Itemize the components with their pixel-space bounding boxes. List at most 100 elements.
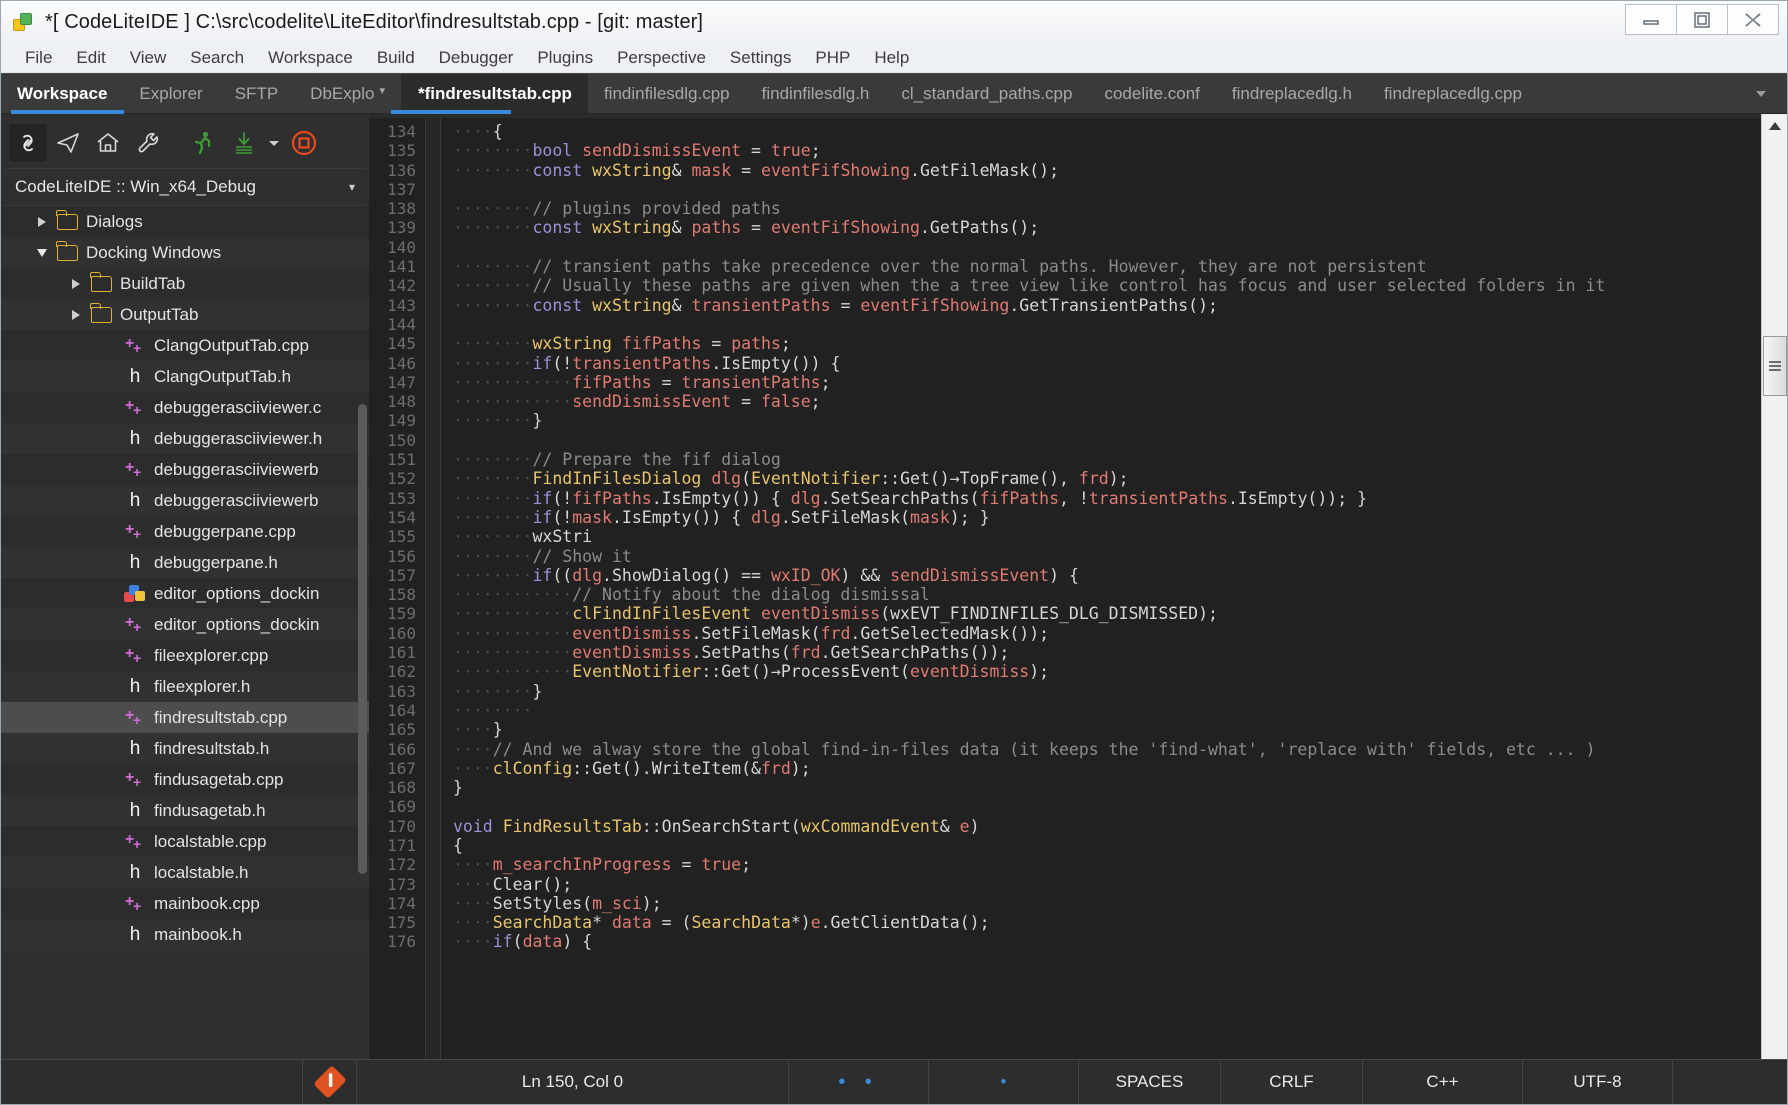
code-view[interactable]: 1341351361371381391401411421431441451461… xyxy=(369,118,1787,1059)
code-line[interactable]: ········} xyxy=(453,682,1787,701)
code-line[interactable]: ············eventDismiss.SetPaths(frd.Ge… xyxy=(453,643,1787,662)
tree-item-buildtab[interactable]: BuildTab xyxy=(1,268,369,299)
code-line[interactable]: ········const wxString& mask = eventFifS… xyxy=(453,161,1787,180)
code-line[interactable]: ········if(!transientPaths.IsEmpty()) { xyxy=(453,354,1787,373)
stop-icon[interactable] xyxy=(285,124,323,162)
tab-findreplacedlg-cpp[interactable]: findreplacedlg.cpp xyxy=(1368,74,1538,113)
tree-item-debuggerasciiviewer-h[interactable]: hdebuggerasciiviewer.h xyxy=(1,423,369,454)
tree-expander-expanded-icon[interactable] xyxy=(35,246,49,260)
fold-margin[interactable] xyxy=(425,118,441,1059)
code-line[interactable]: ····// And we alway store the global fin… xyxy=(453,740,1787,759)
tree-item-clangoutputtab-h[interactable]: hClangOutputTab.h xyxy=(1,361,369,392)
file-encoding[interactable]: UTF-8 xyxy=(1523,1060,1673,1104)
cursor-position[interactable]: Ln 150, Col 0 xyxy=(357,1060,789,1104)
code-line[interactable]: ············fifPaths = transientPaths; xyxy=(453,373,1787,392)
code-line[interactable]: ········if(!mask.IsEmpty()) { dlg.SetFil… xyxy=(453,508,1787,527)
tab-explorer[interactable]: Explorer xyxy=(123,74,218,113)
tab-dbexplo[interactable]: DbExplo▾ xyxy=(294,74,401,113)
chevron-down-icon[interactable]: ▾ xyxy=(379,84,385,97)
git-branch-icon[interactable] xyxy=(303,1060,357,1104)
tree-item-editor-options-dockin[interactable]: ++editor_options_dockin xyxy=(1,609,369,640)
code-line[interactable]: ····if(data) { xyxy=(453,932,1787,951)
tree-expander-collapsed-icon[interactable] xyxy=(35,215,49,229)
tree-item-mainbook-h[interactable]: hmainbook.h xyxy=(1,919,369,950)
editor-vertical-scrollbar[interactable] xyxy=(1761,114,1787,1059)
code-line[interactable]: { xyxy=(453,836,1787,855)
code-line[interactable]: ········// plugins provided paths xyxy=(453,199,1787,218)
language-mode[interactable]: C++ xyxy=(1363,1060,1523,1104)
scrollbar-thumb[interactable] xyxy=(1763,336,1787,396)
code-line[interactable]: ····clConfig::Get().WriteItem(&frd); xyxy=(453,759,1787,778)
tree-item-editor-options-dockin[interactable]: editor_options_dockin xyxy=(1,578,369,609)
close-button[interactable] xyxy=(1727,4,1779,35)
chevron-down-icon[interactable]: ▾ xyxy=(349,180,355,194)
tree-item-outputtab[interactable]: OutputTab xyxy=(1,299,369,330)
tree-item-fileexplorer-h[interactable]: hfileexplorer.h xyxy=(1,671,369,702)
menu-item-build[interactable]: Build xyxy=(365,46,427,70)
tree-item-findusagetab-h[interactable]: hfindusagetab.h xyxy=(1,795,369,826)
menu-item-help[interactable]: Help xyxy=(862,46,921,70)
tree-item-dialogs[interactable]: Dialogs xyxy=(1,206,369,237)
code-line[interactable]: ········const wxString& paths = eventFif… xyxy=(453,218,1787,237)
link-icon[interactable] xyxy=(9,124,47,162)
menu-item-php[interactable]: PHP xyxy=(803,46,862,70)
menu-item-file[interactable]: File xyxy=(13,46,64,70)
tab-findresultstab-cpp[interactable]: *findresultstab.cpp xyxy=(402,74,588,113)
tab-cl-standard-paths-cpp[interactable]: cl_standard_paths.cpp xyxy=(885,74,1088,113)
tab-workspace[interactable]: Workspace xyxy=(1,74,123,113)
source-code[interactable]: ····{········bool sendDismissEvent = tru… xyxy=(441,118,1787,1059)
code-line[interactable]: ········// Show it xyxy=(453,547,1787,566)
tree-item-debuggerasciiviewerb[interactable]: hdebuggerasciiviewerb xyxy=(1,485,369,516)
workspace-configuration-selector[interactable]: CodeLiteIDE :: Win_x64_Debug ▾ xyxy=(5,168,365,206)
menu-item-debugger[interactable]: Debugger xyxy=(427,46,526,70)
code-line[interactable]: ········bool sendDismissEvent = true; xyxy=(453,141,1787,160)
code-line[interactable]: ············EventNotifier::Get()→Process… xyxy=(453,662,1787,681)
home-icon[interactable] xyxy=(89,124,127,162)
indent-mode[interactable]: SPACES xyxy=(1079,1060,1221,1104)
code-line[interactable]: ····SetStyles(m_sci); xyxy=(453,894,1787,913)
menu-item-plugins[interactable]: Plugins xyxy=(525,46,605,70)
tab-codelite-conf[interactable]: codelite.conf xyxy=(1088,74,1215,113)
paper-plane-icon[interactable] xyxy=(49,124,87,162)
run-icon[interactable] xyxy=(185,124,223,162)
tree-item-debuggerpane-cpp[interactable]: ++debuggerpane.cpp xyxy=(1,516,369,547)
tab-findinfilesdlg-cpp[interactable]: findinfilesdlg.cpp xyxy=(588,74,746,113)
scroll-up-arrow-icon[interactable] xyxy=(1763,114,1787,138)
code-line[interactable]: ····} xyxy=(453,720,1787,739)
code-line[interactable]: ········FindInFilesDialog dlg(EventNotif… xyxy=(453,469,1787,488)
code-line[interactable]: ····m_searchInProgress = true; xyxy=(453,855,1787,874)
code-line[interactable]: ············clFindInFilesEvent eventDism… xyxy=(453,604,1787,623)
code-line[interactable]: ········wxString fifPaths = paths; xyxy=(453,334,1787,353)
menu-item-edit[interactable]: Edit xyxy=(64,46,117,70)
code-line[interactable]: ············eventDismiss.SetFileMask(frd… xyxy=(453,624,1787,643)
code-line[interactable]: ········wxStri xyxy=(453,527,1787,546)
tree-item-clangoutputtab-cpp[interactable]: ++ClangOutputTab.cpp xyxy=(1,330,369,361)
menu-item-settings[interactable]: Settings xyxy=(718,46,803,70)
code-line[interactable]: void FindResultsTab::OnSearchStart(wxCom… xyxy=(453,817,1787,836)
tree-expander-collapsed-icon[interactable] xyxy=(69,308,83,322)
code-line[interactable]: ········const wxString& transientPaths =… xyxy=(453,296,1787,315)
tree-item-fileexplorer-cpp[interactable]: ++fileexplorer.cpp xyxy=(1,640,369,671)
workspace-tree[interactable]: DialogsDocking WindowsBuildTabOutputTab+… xyxy=(1,206,369,1059)
tab-findreplacedlg-h[interactable]: findreplacedlg.h xyxy=(1216,74,1368,113)
chevron-down-icon[interactable] xyxy=(1735,74,1787,113)
menu-item-search[interactable]: Search xyxy=(178,46,256,70)
code-line[interactable]: ········// transient paths take preceden… xyxy=(453,257,1787,276)
code-line[interactable]: ········// Prepare the fif dialog xyxy=(453,450,1787,469)
code-line[interactable] xyxy=(453,797,1787,816)
code-line[interactable]: ········// Usually these paths are given… xyxy=(453,276,1787,295)
code-line[interactable]: ········ xyxy=(453,701,1787,720)
minimize-button[interactable] xyxy=(1625,4,1677,35)
tree-item-findresultstab-cpp[interactable]: ++findresultstab.cpp xyxy=(1,702,369,733)
workspace-tree-scrollbar[interactable] xyxy=(358,206,367,1059)
tree-item-findresultstab-h[interactable]: hfindresultstab.h xyxy=(1,733,369,764)
code-line[interactable]: ········if(!fifPaths.IsEmpty()) { dlg.Se… xyxy=(453,489,1787,508)
code-line[interactable]: ············// Notify about the dialog d… xyxy=(453,585,1787,604)
tree-item-debuggerasciiviewerb[interactable]: ++debuggerasciiviewerb xyxy=(1,454,369,485)
code-line[interactable] xyxy=(453,238,1787,257)
tree-item-localstable-cpp[interactable]: ++localstable.cpp xyxy=(1,826,369,857)
tree-item-findusagetab-cpp[interactable]: ++findusagetab.cpp xyxy=(1,764,369,795)
code-line[interactable] xyxy=(453,315,1787,334)
tree-item-docking-windows[interactable]: Docking Windows xyxy=(1,237,369,268)
code-line[interactable]: ····Clear(); xyxy=(453,875,1787,894)
